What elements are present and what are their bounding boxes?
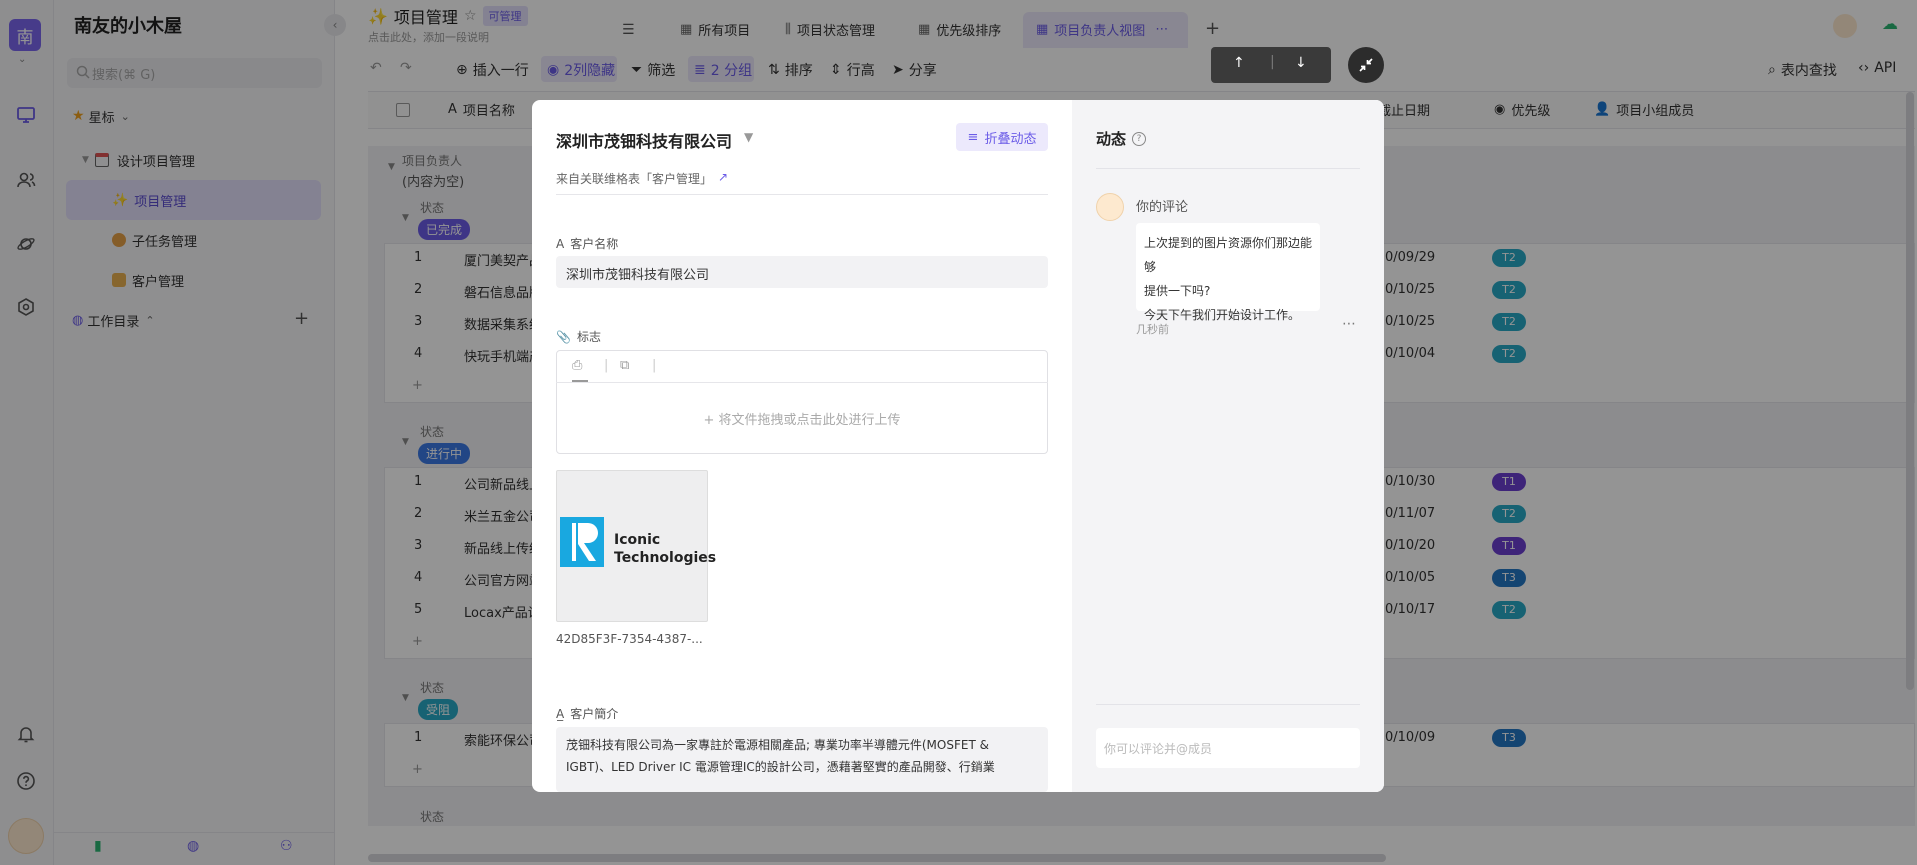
divider — [556, 194, 1048, 195]
customer-intro-field[interactable]: 茂钿科技有限公司為一家專註於電源相關產品; 專業功率半導體元件(MOSFET &… — [556, 727, 1048, 792]
record-card: 深圳市茂钿科技有限公司 ▼ ≡ 折叠动态 来自关联维格表「客户管理」 ↗ A 客户名称… — [532, 100, 1384, 792]
tab-divider: | — [604, 358, 609, 373]
upload-area[interactable] — [556, 350, 1048, 454]
external-link-icon: ↗ — [718, 170, 729, 184]
nav-divider: | — [1270, 54, 1275, 70]
comment-line: 上次提到的图片资源你们那边能够 — [1144, 236, 1313, 274]
logo-text-line1: Iconic — [614, 532, 661, 548]
divider — [1096, 704, 1360, 705]
divider — [556, 382, 1048, 383]
upload-hint[interactable]: + 将文件拖拽或点击此处进行上传 — [556, 409, 1048, 428]
activity-header: 动态 ? — [1096, 128, 1147, 149]
upload-tab-indicator — [572, 380, 588, 382]
collapse-activity-label: 折叠动态 — [984, 131, 1037, 147]
text-field-icon: A — [556, 236, 565, 251]
next-record-icon[interactable]: ↓ — [1295, 55, 1307, 71]
field-label: 标志 — [576, 330, 601, 344]
previous-record-icon[interactable]: ↑ — [1233, 55, 1245, 71]
activity-title: 动态 — [1096, 130, 1127, 148]
customer-name-field[interactable]: 深圳市茂钿科技有限公司 — [556, 256, 1048, 288]
comment-input-placeholder: 你可以评论并@成员 — [1104, 742, 1213, 756]
comment-bubble: 上次提到的图片资源你们那边能够 提供一下吗? 今天下午我们开始设计工作。 — [1136, 223, 1320, 322]
list-icon: ≡ — [967, 129, 979, 145]
field-label: 客户名称 — [570, 237, 619, 251]
comment-line: 提供一下吗? — [1144, 284, 1211, 298]
help-icon[interactable]: ? — [1132, 131, 1147, 146]
field-customer-name-label: A 客户名称 — [556, 235, 618, 252]
comment-line: 今天下午我们开始设计工作。 — [1144, 308, 1301, 322]
source-text: 来自关联维格表「客户管理」 — [556, 172, 713, 186]
field-intro-label: A̲ 客户簡介 — [556, 705, 618, 722]
attachment-filename[interactable]: 42D85F3F-7354-4387-... — [556, 632, 703, 646]
field-logo-label: 📎 标志 — [556, 328, 601, 345]
paste-icon[interactable]: ⧉ — [620, 358, 629, 373]
intro-line: 茂钿科技有限公司為一家專註於電源相關產品; 專業功率半導體元件(MOSFET & — [566, 738, 989, 752]
comment-time: 几秒前 — [1136, 323, 1169, 336]
more-icon[interactable]: ⋯ — [1342, 316, 1356, 332]
triangle-down-icon[interactable]: ▼ — [744, 130, 753, 144]
long-text-icon: A̲ — [556, 706, 565, 721]
tab-divider: | — [652, 358, 657, 373]
logo-text-line2: Technologies — [614, 550, 717, 566]
collapse-arrows-icon — [1357, 56, 1375, 74]
record-title: 深圳市茂钿科技有限公司 — [556, 132, 733, 151]
divider — [1096, 168, 1360, 169]
field-label: 客户簡介 — [570, 707, 619, 721]
upload-file-icon[interactable]: ⎙ — [572, 358, 582, 373]
comment-author: 你的评论 — [1136, 200, 1189, 215]
field-value: 深圳市茂钿科技有限公司 — [566, 268, 710, 283]
intro-line: IGBT)、LED Driver IC 電源管理IC的設計公司，憑藉著堅實的產品… — [566, 760, 995, 774]
activity-panel: 动态 ? 你的评论 上次提到的图片资源你们那边能够 提供一下吗? 今天下午我们开… — [1072, 100, 1384, 792]
source-link[interactable]: 来自关联维格表「客户管理」 ↗ — [556, 170, 728, 187]
iconic-logo-mark — [560, 517, 604, 567]
collapse-activity-button[interactable]: ≡ 折叠动态 — [956, 123, 1048, 151]
attachment-icon: 📎 — [556, 329, 571, 344]
avatar — [1096, 193, 1124, 221]
